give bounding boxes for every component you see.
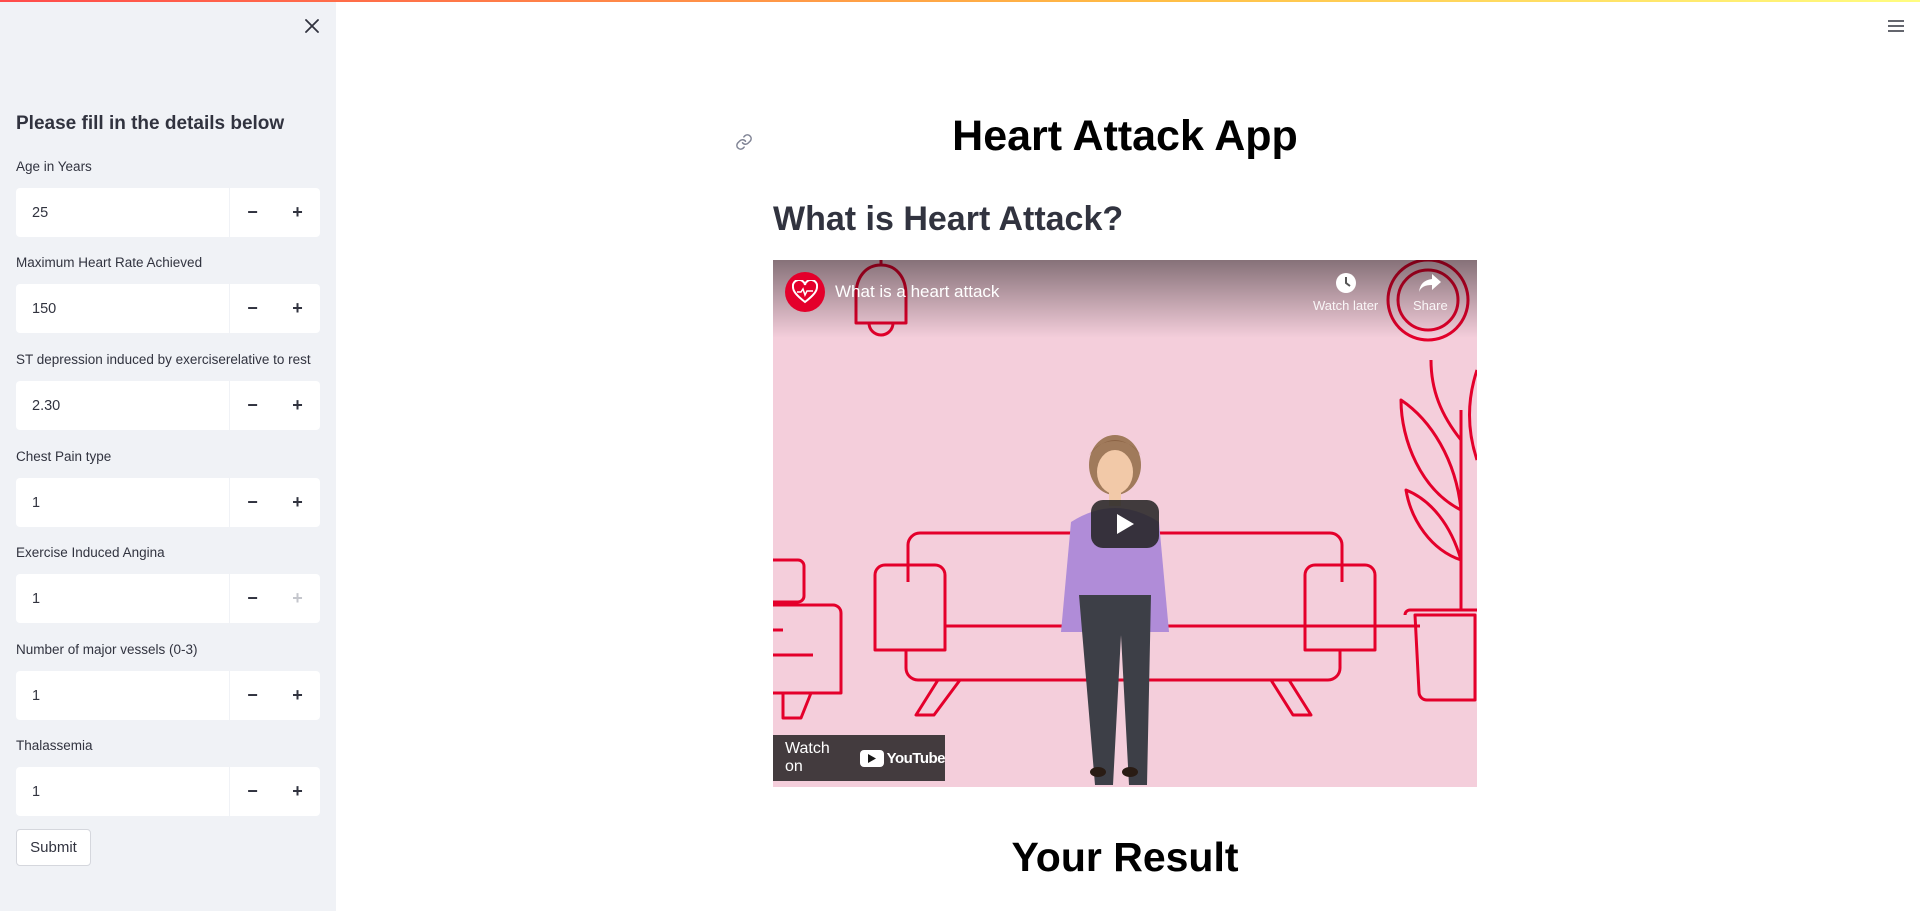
close-sidebar-button[interactable] bbox=[300, 14, 324, 38]
increment-button[interactable]: + bbox=[275, 188, 320, 237]
max-heart-rate-number-input: 150 − + bbox=[16, 284, 320, 333]
watch-later-label: Watch later bbox=[1313, 298, 1379, 313]
youtube-video-embed[interactable]: What is a heart attack Watch later Share… bbox=[773, 260, 1477, 787]
decrement-button[interactable]: − bbox=[230, 478, 275, 527]
decrement-button[interactable]: − bbox=[230, 574, 275, 623]
field-label: Chest Pain type bbox=[16, 449, 112, 464]
decrement-button[interactable]: − bbox=[230, 767, 275, 816]
exercise-angina-input[interactable]: 1 bbox=[16, 574, 230, 623]
section-heading: What is Heart Attack? bbox=[773, 200, 1124, 238]
decrement-button[interactable]: − bbox=[230, 671, 275, 720]
play-icon bbox=[1117, 514, 1134, 534]
max-heart-rate-field: Maximum Heart Rate Achieved 150 − + bbox=[16, 253, 320, 333]
share-label: Share bbox=[1413, 298, 1448, 313]
header-anchor-link[interactable] bbox=[733, 131, 755, 153]
major-vessels-number-input: 1 − + bbox=[16, 671, 320, 720]
watch-later-button[interactable]: Watch later bbox=[1313, 272, 1378, 313]
close-icon bbox=[305, 19, 319, 33]
hamburger-menu-icon bbox=[1888, 20, 1904, 32]
age-number-input: 25 − + bbox=[16, 188, 320, 237]
youtube-wordmark: YouTube bbox=[886, 749, 946, 767]
link-icon bbox=[736, 134, 752, 150]
decrement-button[interactable]: − bbox=[230, 381, 275, 430]
result-heading: Your Result bbox=[1011, 834, 1239, 880]
exercise-angina-number-input: 1 − + bbox=[16, 574, 320, 623]
field-label: ST depression induced by exerciserelativ… bbox=[16, 352, 311, 367]
decrement-button[interactable]: − bbox=[230, 284, 275, 333]
chest-pain-field: Chest Pain type 1 − + bbox=[16, 447, 320, 527]
sidebar-title: Please fill in the details below bbox=[16, 113, 285, 134]
field-label: Maximum Heart Rate Achieved bbox=[16, 255, 203, 270]
field-label: Number of major vessels (0-3) bbox=[16, 642, 198, 657]
age-input[interactable]: 25 bbox=[16, 188, 230, 237]
field-label: Exercise Induced Angina bbox=[16, 545, 165, 560]
increment-button[interactable]: + bbox=[275, 284, 320, 333]
increment-button[interactable]: + bbox=[275, 767, 320, 816]
st-depression-field: ST depression induced by exerciserelativ… bbox=[16, 350, 320, 430]
share-arrow-icon bbox=[1419, 274, 1442, 292]
share-button[interactable]: Share bbox=[1413, 272, 1448, 313]
page-title: Heart Attack App bbox=[952, 112, 1298, 160]
major-vessels-field: Number of major vessels (0-3) 1 − + bbox=[16, 640, 320, 720]
chest-pain-input[interactable]: 1 bbox=[16, 478, 230, 527]
top-accent-bar bbox=[0, 0, 1920, 2]
channel-avatar[interactable] bbox=[785, 272, 825, 312]
major-vessels-input[interactable]: 1 bbox=[16, 671, 230, 720]
increment-button[interactable]: + bbox=[275, 478, 320, 527]
main-menu-button[interactable] bbox=[1884, 14, 1908, 38]
watch-on-youtube-button[interactable]: Watch on YouTube bbox=[773, 735, 946, 781]
decrement-button[interactable]: − bbox=[230, 188, 275, 237]
exercise-angina-field: Exercise Induced Angina 1 − + bbox=[16, 543, 320, 623]
st-depression-input[interactable]: 2.30 bbox=[16, 381, 230, 430]
thalassemia-field: Thalassemia 1 − + bbox=[16, 736, 320, 816]
increment-button-disabled: + bbox=[292, 588, 303, 608]
increment-button[interactable]: + bbox=[275, 671, 320, 720]
thalassemia-number-input: 1 − + bbox=[16, 767, 320, 816]
video-title-link[interactable]: What is a heart attack bbox=[835, 282, 999, 302]
max-heart-rate-input[interactable]: 150 bbox=[16, 284, 230, 333]
st-depression-number-input: 2.30 − + bbox=[16, 381, 320, 430]
submit-button[interactable]: Submit bbox=[16, 829, 91, 866]
field-label: Thalassemia bbox=[16, 738, 93, 753]
chest-pain-number-input: 1 − + bbox=[16, 478, 320, 527]
field-label: Age in Years bbox=[16, 159, 92, 174]
clock-icon bbox=[1335, 273, 1356, 293]
youtube-logo: YouTube bbox=[859, 749, 946, 767]
heart-logo-icon bbox=[792, 280, 818, 304]
youtube-play-icon bbox=[859, 749, 884, 767]
increment-button[interactable]: + bbox=[275, 381, 320, 430]
play-button[interactable] bbox=[1091, 500, 1159, 548]
age-field: Age in Years 25 − + bbox=[16, 157, 320, 237]
watch-on-label: Watch on bbox=[785, 740, 830, 775]
thalassemia-input[interactable]: 1 bbox=[16, 767, 230, 816]
sidebar: Please fill in the details below Age in … bbox=[0, 0, 336, 911]
